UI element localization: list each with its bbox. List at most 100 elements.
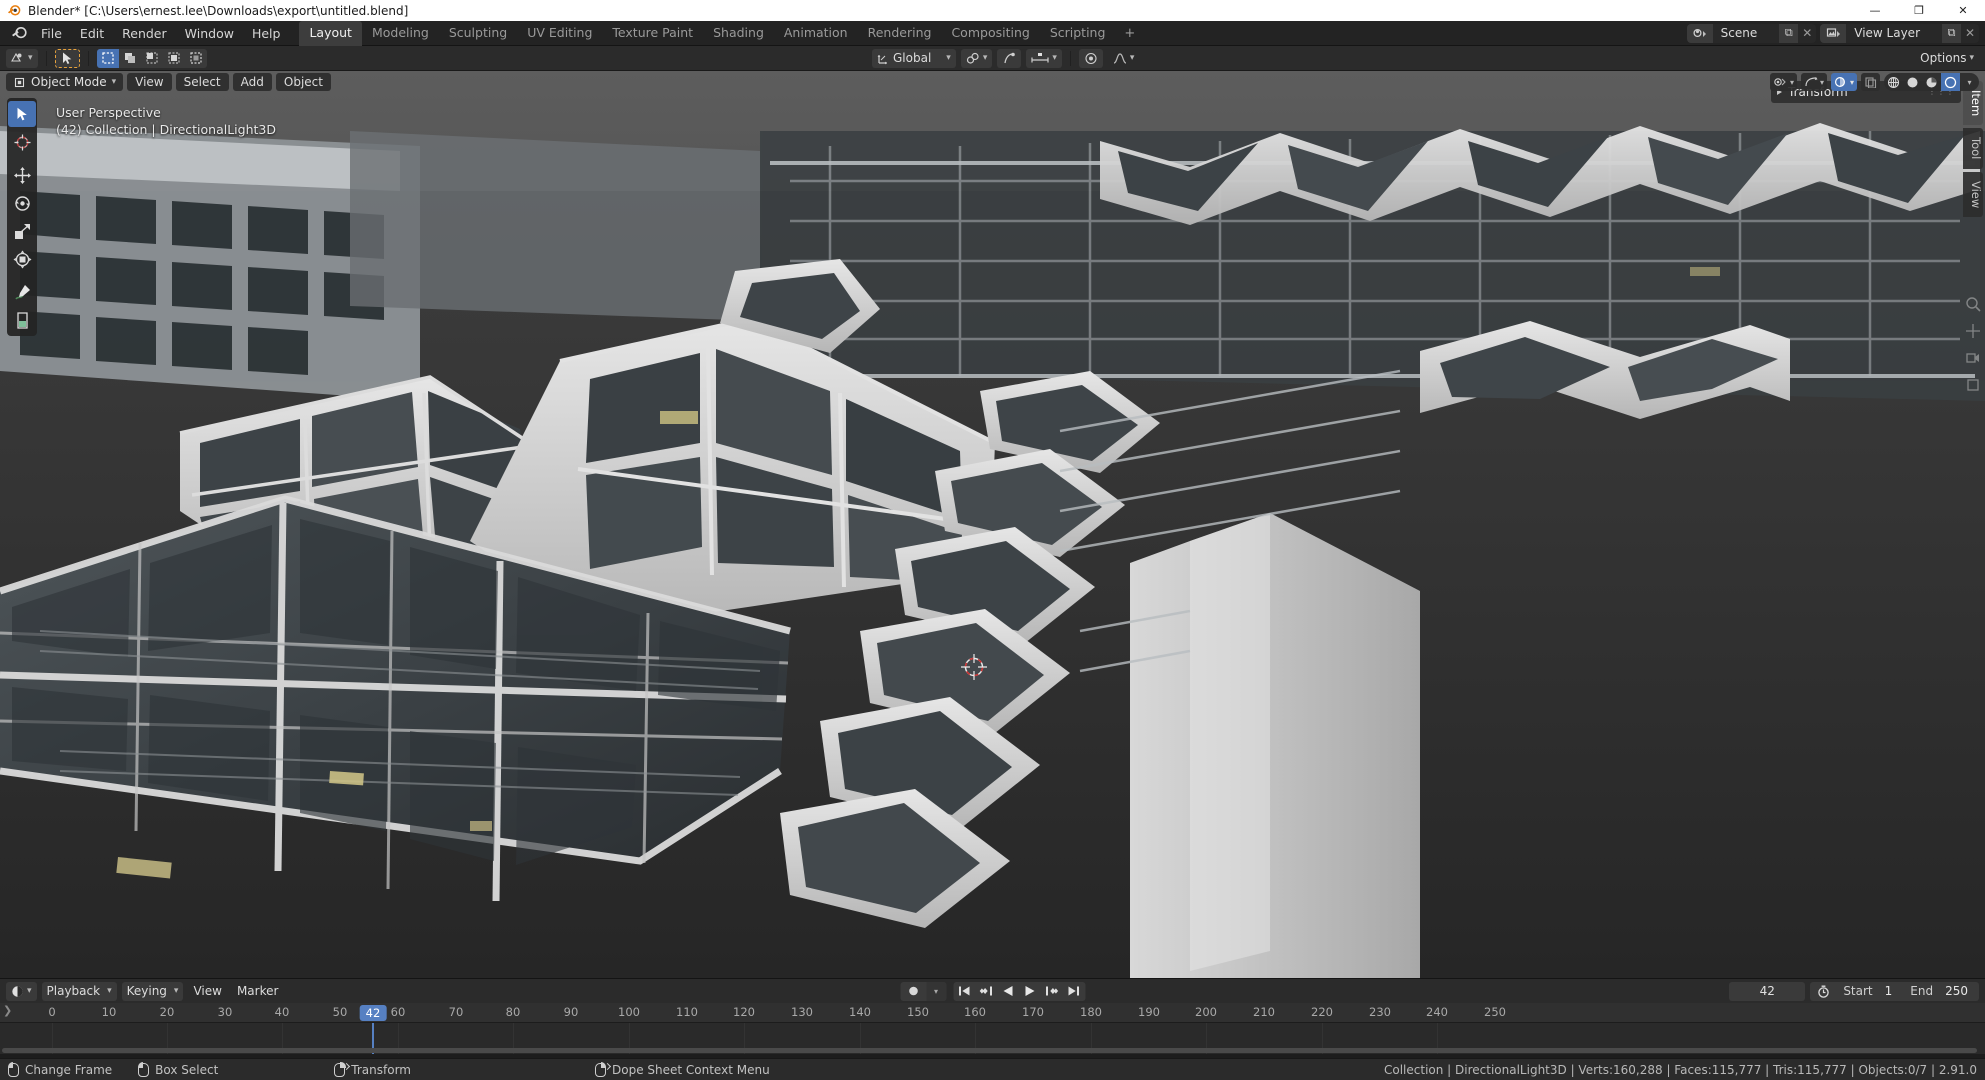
options-dropdown[interactable]: Options ▾ (1915, 49, 1979, 68)
workspace-tab-shading[interactable]: Shading (703, 21, 774, 46)
falloff-curve-dropdown[interactable]: ▾ (1108, 49, 1140, 68)
transform-tool-icon[interactable] (8, 246, 36, 272)
auto-keying-toggle[interactable] (900, 982, 926, 1001)
tweak-tool-icon[interactable] (8, 101, 36, 127)
timeline-ruler[interactable]: 0 10 20 30 40 50 60 70 80 90 100 110 120… (0, 1003, 1985, 1023)
viewport-menu-add[interactable]: Add (232, 73, 272, 91)
timeline-left-controls: ▾ Playback ▾ Keying ▾ View Marker (6, 981, 283, 1001)
editor-type-selector[interactable]: ▾ (6, 48, 38, 68)
jump-next-keyframe-button[interactable] (1041, 982, 1063, 1001)
new-view-layer-button[interactable]: ⧉ (1942, 23, 1961, 43)
timeline-menu-marker[interactable]: Marker (232, 982, 283, 1001)
zoom-gizmo-icon[interactable] (1965, 296, 1981, 312)
cursor-tool-icon[interactable] (8, 129, 36, 155)
timeline-editor-type-selector[interactable]: ▾ (6, 981, 37, 1001)
new-scene-button[interactable]: ⧉ (1779, 23, 1799, 43)
tweak-tool-header-button[interactable] (54, 48, 80, 68)
n-tab-tool[interactable]: Tool (1963, 128, 1983, 169)
viewport-menu-object[interactable]: Object (275, 73, 331, 91)
workspace-tab-uv-editing[interactable]: UV Editing (517, 21, 602, 46)
add-workspace-button[interactable]: + (1115, 23, 1144, 44)
menu-render[interactable]: Render (113, 23, 176, 44)
workspace-tab-modeling[interactable]: Modeling (362, 21, 439, 46)
status-hint-dope-sheet-context-menu: Dope Sheet Context Menu (595, 1062, 770, 1077)
viewport-menu-view[interactable]: View (127, 73, 172, 91)
blender-menu-icon[interactable] (6, 21, 32, 45)
n-tab-view[interactable]: View (1963, 171, 1983, 217)
shading-solid-icon[interactable] (1903, 73, 1922, 91)
frame-range-group: Start 1 End 250 (1810, 981, 1979, 1001)
xray-toggle-button[interactable] (1861, 73, 1880, 91)
play-button[interactable] (1019, 982, 1041, 1001)
view-layer-selector[interactable]: View Layer ⧉ ✕ (1820, 23, 1979, 43)
current-frame-field[interactable]: 42 (1729, 981, 1806, 1001)
workspace-tab-compositing[interactable]: Compositing (941, 21, 1039, 46)
workspace-tab-texture-paint[interactable]: Texture Paint (602, 21, 703, 46)
workspace-tab-sculpting[interactable]: Sculpting (439, 21, 517, 46)
status-hint-change-frame: Change Frame (7, 1062, 112, 1077)
interaction-mode-selector[interactable]: Object Mode ▾ (6, 73, 124, 91)
jump-to-end-button[interactable] (1063, 982, 1085, 1001)
3d-viewport[interactable]: User Perspective (42) Collection | Direc… (0, 71, 1985, 978)
workspace-tab-layout[interactable]: Layout (299, 20, 362, 46)
annotate-tool-icon[interactable] (8, 279, 36, 305)
select-mode-subtract-icon[interactable] (141, 49, 163, 68)
jump-to-start-button[interactable] (953, 982, 975, 1001)
viewport-menu-select[interactable]: Select (175, 73, 229, 91)
overlays-dropdown[interactable]: ▾ (1830, 73, 1857, 91)
start-frame-value[interactable]: 1 (1882, 984, 1902, 998)
proportional-size-button[interactable]: ▾ (1026, 48, 1062, 68)
view-layer-name[interactable]: View Layer (1846, 24, 1942, 43)
timeline-menu-keying[interactable]: Keying ▾ (121, 981, 184, 1001)
menu-help[interactable]: Help (243, 23, 290, 44)
proportional-editing-toggle[interactable] (997, 48, 1022, 68)
select-mode-extend-icon[interactable] (119, 49, 141, 68)
select-mode-intersect-icon[interactable] (163, 49, 185, 68)
timeline-channel-expand-icon[interactable]: ❯ (3, 1004, 12, 1017)
scale-tool-icon[interactable] (8, 218, 36, 244)
camera-gizmo-icon[interactable] (1965, 350, 1981, 366)
shading-material-preview-icon[interactable] (1922, 73, 1941, 91)
shading-dropdown-icon[interactable]: ▾ (1960, 73, 1979, 91)
select-mode-difference-icon[interactable] (185, 49, 207, 68)
playhead-label[interactable]: 42 (359, 1005, 387, 1021)
maximize-button[interactable]: ❐ (1897, 0, 1941, 21)
scene-selector[interactable]: Scene ⧉ ✕ (1686, 23, 1817, 43)
workspace-tab-scripting[interactable]: Scripting (1040, 21, 1116, 46)
remove-view-layer-button[interactable]: ✕ (1961, 24, 1979, 43)
close-button[interactable]: ✕ (1941, 0, 1985, 21)
ortho-gizmo-icon[interactable] (1965, 377, 1981, 393)
use-preview-range-icon[interactable] (1812, 982, 1834, 1001)
visibility-dropdown[interactable]: ▾ (1769, 73, 1797, 91)
snap-toggle-button[interactable]: ▾ (960, 48, 993, 68)
measure-tool-icon[interactable] (8, 307, 36, 333)
timeline-menu-playback[interactable]: Playback ▾ (41, 981, 117, 1001)
rotate-tool-icon[interactable] (8, 190, 36, 216)
shading-wireframe-icon[interactable] (1884, 73, 1903, 91)
jump-prev-keyframe-button[interactable] (975, 982, 997, 1001)
window-title: Blender* [C:\Users\ernest.lee\Downloads\… (28, 3, 409, 18)
viewport-display-controls: ▾ ▾ ▾ ▾ (1769, 73, 1979, 91)
workspace-tab-rendering[interactable]: Rendering (858, 21, 942, 46)
timeline-horizontal-scrollbar[interactable] (2, 1048, 1977, 1053)
select-mode-box-icon[interactable] (96, 48, 119, 68)
window-controls: — ❐ ✕ (1853, 0, 1985, 21)
move-tool-icon[interactable] (8, 162, 36, 188)
unlink-scene-button[interactable]: ✕ (1798, 24, 1816, 43)
shading-rendered-icon[interactable] (1941, 73, 1960, 91)
menu-file[interactable]: File (32, 23, 71, 44)
timeline-menu-view[interactable]: View (188, 982, 226, 1001)
menu-window[interactable]: Window (176, 23, 243, 44)
end-frame-value[interactable]: 250 (1942, 984, 1977, 998)
scene-name[interactable]: Scene (1713, 24, 1780, 43)
minimize-button[interactable]: — (1853, 0, 1897, 21)
timeline-body[interactable] (0, 1023, 1985, 1054)
proportional-falloff-toggle[interactable] (1078, 48, 1103, 68)
transform-orientation-dropdown[interactable]: Global ▾ (872, 48, 956, 68)
auto-keying-dropdown[interactable]: ▾ (926, 981, 946, 1001)
pan-gizmo-icon[interactable] (1965, 323, 1981, 339)
gizmo-toggle-button[interactable]: ▾ (1800, 73, 1827, 91)
menu-edit[interactable]: Edit (71, 23, 113, 44)
play-reverse-button[interactable] (997, 982, 1019, 1001)
workspace-tab-animation[interactable]: Animation (774, 21, 858, 46)
